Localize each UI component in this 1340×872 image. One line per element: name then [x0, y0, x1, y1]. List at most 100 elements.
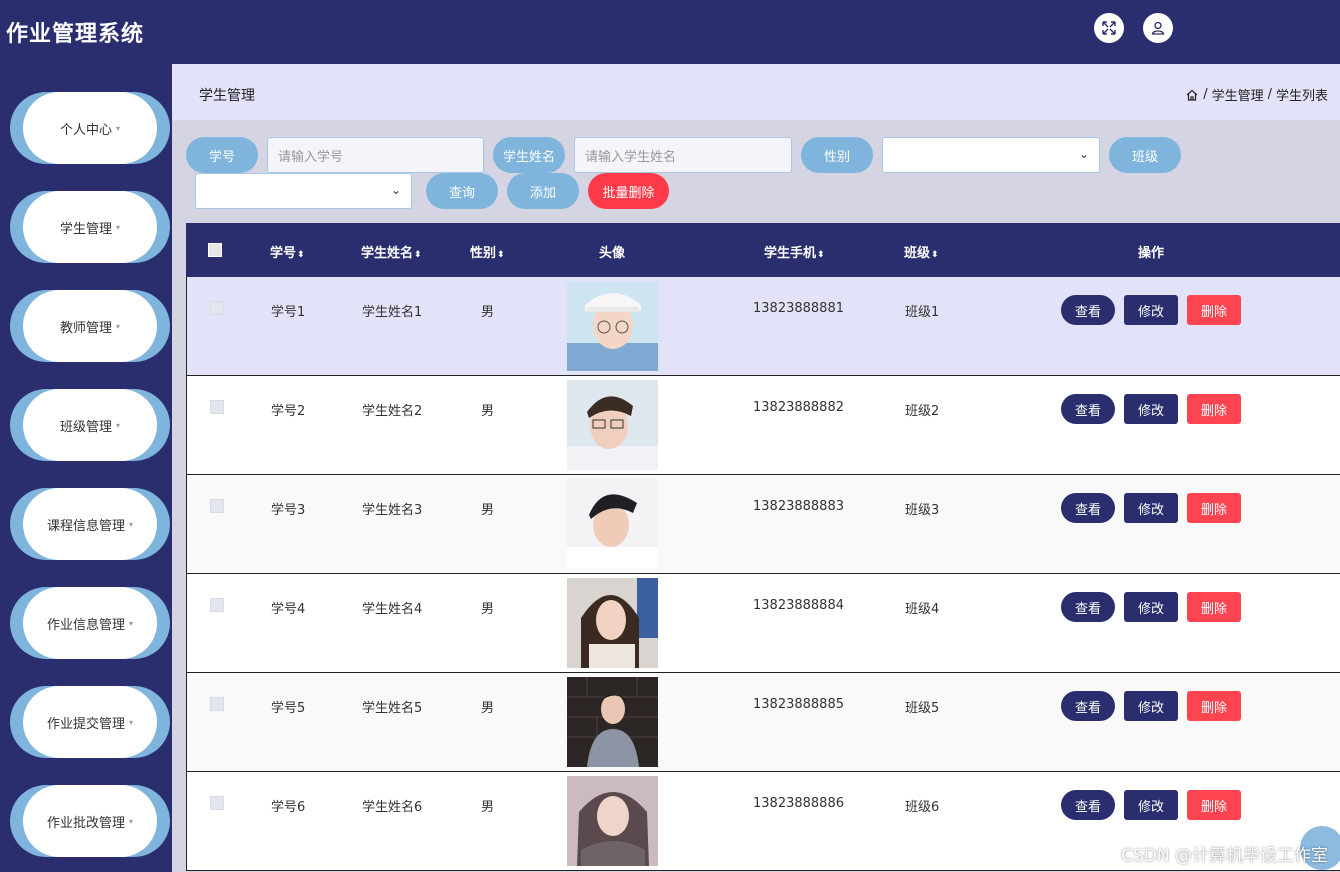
edit-button[interactable]: 修改	[1124, 790, 1178, 820]
chevron-down-icon: ▾	[129, 618, 134, 628]
view-button[interactable]: 查看	[1061, 691, 1115, 721]
row-checkbox[interactable]	[210, 598, 224, 612]
cell-class: 班级2	[905, 404, 940, 419]
cell-gender: 男	[481, 701, 495, 716]
xuehao-label: 学号	[186, 137, 258, 173]
view-button[interactable]: 查看	[1061, 493, 1115, 523]
cell-class: 班级5	[905, 701, 940, 716]
chevron-down-icon: ▾	[116, 321, 121, 331]
column-header-gender[interactable]: 性别⬍	[470, 242, 505, 261]
cell-xuehao: 学号5	[271, 701, 306, 716]
chevron-down-icon: ⌄	[390, 183, 401, 197]
sidebar-item-label: 作业批改管理	[46, 815, 125, 831]
avatar	[567, 380, 658, 470]
delete-button[interactable]: 删除	[1187, 691, 1241, 721]
breadcrumb-bar: 学生管理 / 学生管理 / 学生列表	[172, 64, 1340, 120]
table-row[interactable]: 学号5 学生姓名5 男 13823888885 班级5 查看 修改 删除	[186, 673, 1340, 772]
edit-button[interactable]: 修改	[1124, 394, 1178, 424]
gender-label: 性别	[801, 137, 873, 173]
table-row[interactable]: 学号3 学生姓名3 男 13823888883 班级3 查看 修改 删除	[186, 475, 1340, 574]
table-row[interactable]: 学号4 学生姓名4 男 13823888884 班级4 查看 修改 删除	[186, 574, 1340, 673]
column-header-avatar: 头像	[599, 246, 626, 261]
column-header-name[interactable]: 学生姓名⬍	[361, 242, 422, 261]
edit-button[interactable]: 修改	[1124, 691, 1178, 721]
view-button[interactable]: 查看	[1061, 790, 1115, 820]
student-name-input[interactable]: 请输入学生姓名	[574, 137, 792, 173]
breadcrumb-item-student-management[interactable]: 学生管理	[1212, 85, 1264, 104]
sidebar-item-course-info[interactable]: 课程信息管理 ▾	[10, 488, 170, 560]
cell-class: 班级4	[905, 602, 940, 617]
table-row[interactable]: 学号1 学生姓名1 男 13823888881 班级1 查看 修改 删除	[186, 277, 1340, 376]
student-table: 学号⬍ 学生姓名⬍ 性别⬍ 头像 学生手机⬍ 班级⬍ 操作 学号1 学生姓名1 …	[186, 223, 1340, 872]
cell-name: 学生姓名5	[362, 701, 423, 716]
column-header-phone[interactable]: 学生手机⬍	[764, 242, 825, 261]
row-checkbox[interactable]	[210, 499, 224, 513]
top-header: 作业管理系统	[0, 0, 1340, 64]
cell-xuehao: 学号4	[271, 602, 306, 617]
sort-icon[interactable]: ⬍	[497, 250, 505, 260]
edit-button[interactable]: 修改	[1124, 493, 1178, 523]
cell-class: 班级6	[905, 800, 940, 815]
add-button[interactable]: 添加	[507, 173, 579, 209]
avatar	[567, 776, 658, 866]
fullscreen-button[interactable]	[1094, 13, 1124, 43]
column-header-class[interactable]: 班级⬍	[904, 242, 939, 261]
cell-gender: 男	[481, 305, 495, 320]
sidebar-item-class-management[interactable]: 班级管理 ▾	[10, 389, 170, 461]
cell-gender: 男	[481, 602, 495, 617]
column-header-xuehao[interactable]: 学号⬍	[270, 242, 305, 261]
cell-xuehao: 学号2	[271, 404, 306, 419]
home-icon[interactable]	[1185, 88, 1199, 102]
table-header: 学号⬍ 学生姓名⬍ 性别⬍ 头像 学生手机⬍ 班级⬍ 操作	[186, 223, 1340, 277]
sidebar-item-label: 个人中心	[59, 122, 112, 138]
sidebar-item-student-management[interactable]: 学生管理 ▾	[10, 191, 170, 263]
breadcrumb-separator: /	[1203, 87, 1208, 102]
view-button[interactable]: 查看	[1061, 295, 1115, 325]
sort-icon[interactable]: ⬍	[414, 250, 422, 260]
cell-class: 班级1	[905, 305, 940, 320]
cell-name: 学生姓名2	[362, 404, 423, 419]
edit-button[interactable]: 修改	[1124, 592, 1178, 622]
cell-xuehao: 学号3	[271, 503, 306, 518]
sidebar-item-teacher-management[interactable]: 教师管理 ▾	[10, 290, 170, 362]
cell-class: 班级3	[905, 503, 940, 518]
cell-name: 学生姓名4	[362, 602, 423, 617]
cell-phone: 13823888886	[753, 796, 844, 811]
sidebar-item-homework-grading[interactable]: 作业批改管理 ▾	[10, 785, 170, 857]
delete-button[interactable]: 删除	[1187, 493, 1241, 523]
delete-button[interactable]: 删除	[1187, 592, 1241, 622]
delete-button[interactable]: 删除	[1187, 394, 1241, 424]
cell-xuehao: 学号1	[271, 305, 306, 320]
gender-select[interactable]: ⌄	[882, 137, 1100, 173]
batch-delete-button[interactable]: 批量删除	[588, 173, 669, 209]
sort-icon[interactable]: ⬍	[297, 250, 305, 260]
sort-icon[interactable]: ⬍	[817, 250, 825, 260]
user-button[interactable]	[1143, 13, 1173, 43]
avatar	[567, 281, 658, 371]
sidebar-item-label: 教师管理	[59, 320, 112, 336]
sidebar-item-personal-center[interactable]: 个人中心 ▾	[10, 92, 170, 164]
row-checkbox[interactable]	[210, 697, 224, 711]
view-button[interactable]: 查看	[1061, 592, 1115, 622]
cell-gender: 男	[481, 404, 495, 419]
query-button[interactable]: 查询	[426, 173, 498, 209]
delete-button[interactable]: 删除	[1187, 790, 1241, 820]
cell-xuehao: 学号6	[271, 800, 306, 815]
sidebar-item-homework-info[interactable]: 作业信息管理 ▾	[10, 587, 170, 659]
chevron-down-icon: ⌄	[1078, 147, 1089, 161]
class-select[interactable]: ⌄	[195, 173, 412, 209]
row-checkbox[interactable]	[210, 400, 224, 414]
expand-icon	[1102, 21, 1116, 35]
avatar	[567, 578, 658, 668]
row-checkbox[interactable]	[210, 301, 224, 315]
delete-button[interactable]: 删除	[1187, 295, 1241, 325]
select-all-checkbox[interactable]	[208, 243, 222, 257]
row-checkbox[interactable]	[210, 796, 224, 810]
cell-phone: 13823888882	[753, 400, 844, 415]
view-button[interactable]: 查看	[1061, 394, 1115, 424]
sidebar-item-homework-submission[interactable]: 作业提交管理 ▾	[10, 686, 170, 758]
edit-button[interactable]: 修改	[1124, 295, 1178, 325]
sort-icon[interactable]: ⬍	[931, 250, 939, 260]
xuehao-input[interactable]: 请输入学号	[267, 137, 484, 173]
table-row[interactable]: 学号2 学生姓名2 男 13823888882 班级2 查看 修改 删除	[186, 376, 1340, 475]
